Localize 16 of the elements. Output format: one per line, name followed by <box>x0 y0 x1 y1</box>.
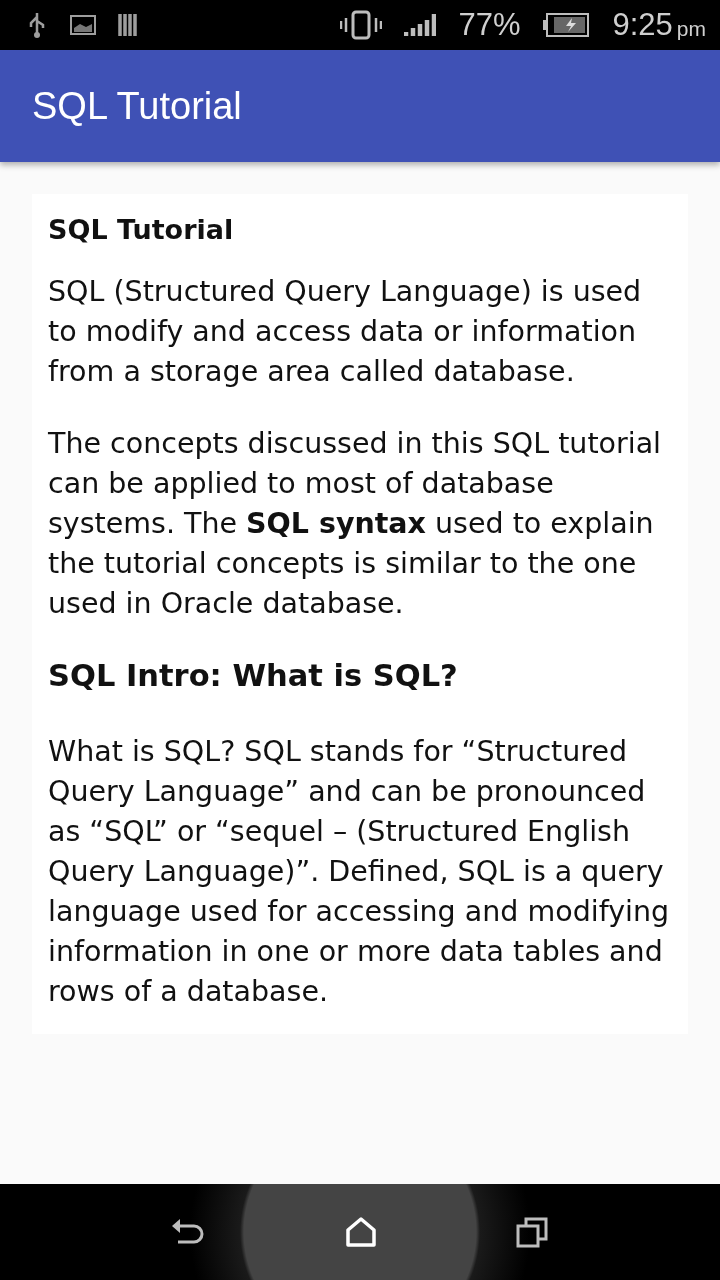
section-heading: SQL Intro: What is SQL? <box>48 657 459 695</box>
vibrate-icon <box>340 10 383 40</box>
app-title: SQL Tutorial <box>32 84 242 128</box>
image-icon <box>70 14 96 36</box>
paragraph: What is SQL? SQL stands for “Structured Query Language” and can be pronounced as “SQL” or “sequel – (Structured English Query Language)”. Defined, SQL is a query language used for accessing and modifying information in one or more data tables and rows of a database. <box>48 734 671 1010</box>
paragraph: SQL (Structured Query Language) is used to modify and access data or information from a storage area called database. <box>48 274 643 390</box>
signal-icon <box>404 12 437 38</box>
clock-time: 9:25 <box>612 7 673 43</box>
clock-period: pm <box>676 17 706 41</box>
recent-apps-icon <box>516 1216 551 1248</box>
article-title: SQL Tutorial <box>48 213 235 247</box>
paragraph: The concepts discussed in this SQL tutorial can be applied to most of database systems. The SQL syntax used to explain the tutorial concepts is similar to the one used in Oracle database. <box>48 426 662 622</box>
battery-charging-icon <box>542 12 591 38</box>
barcode-icon <box>118 12 140 38</box>
home-icon <box>345 1216 377 1248</box>
battery-percentage: 77% <box>458 7 521 43</box>
